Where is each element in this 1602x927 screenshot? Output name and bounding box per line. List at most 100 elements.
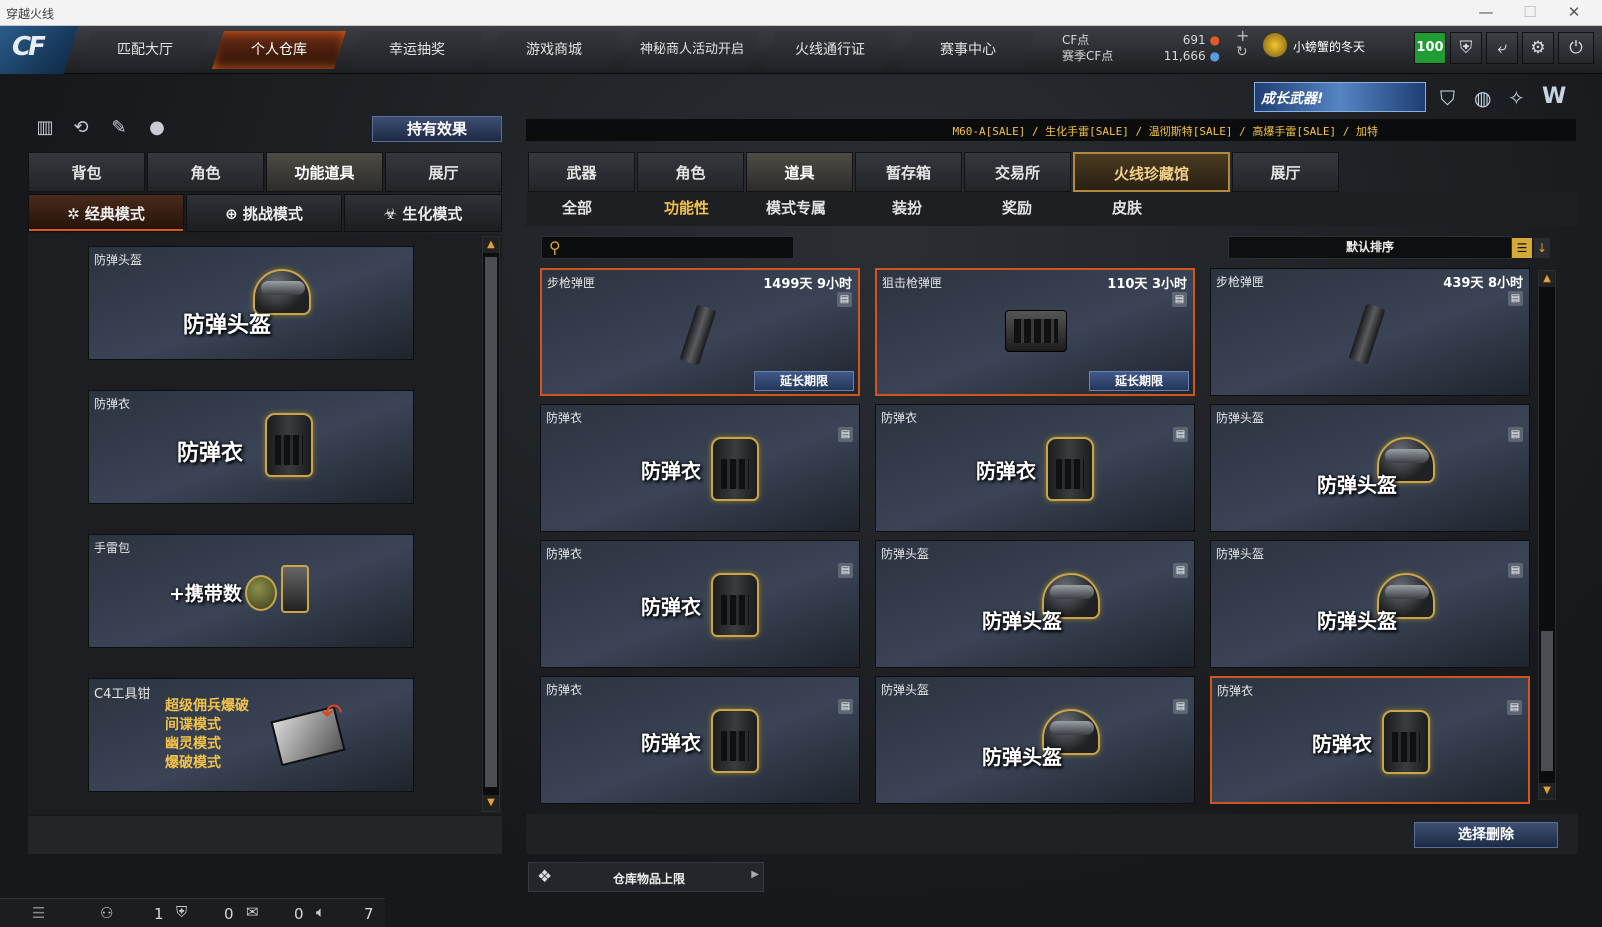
grenade-icon[interactable]: ● <box>145 116 169 140</box>
subtab-skin[interactable]: 皮肤 <box>1112 197 1142 218</box>
list-view-icon[interactable]: ☰ <box>1512 238 1532 258</box>
mode-tab-challenge[interactable]: ⊕ 挑战模式 <box>186 194 342 232</box>
scroll-thumb[interactable] <box>485 257 497 787</box>
subtab-functional[interactable]: 功能性 <box>664 197 709 218</box>
trash-icon[interactable]: ▤ <box>1508 563 1523 578</box>
item-card[interactable]: 防弹衣 ▤ 防弹衣 <box>540 540 860 668</box>
trash-icon[interactable]: ▤ <box>1173 427 1188 442</box>
trash-icon[interactable]: ▤ <box>838 699 853 714</box>
shield-icon[interactable]: ⛨ <box>1450 32 1482 64</box>
scroll-down-icon[interactable]: ▼ <box>1539 783 1555 799</box>
item-card[interactable]: 防弹头盔 ▤ 防弹头盔 <box>1210 540 1530 668</box>
trash-icon[interactable]: ▤ <box>1508 291 1523 306</box>
item-card[interactable]: 狙击枪弹匣 110天 3小时 ▤ 延长期限 <box>875 268 1195 396</box>
maximize-button[interactable]: ☐ <box>1508 0 1552 26</box>
slot-c4-pliers[interactable]: C4工具钳 超级佣兵爆破 间谍模式 幽灵模式 爆破模式 ↶ <box>88 678 414 792</box>
right-tab-exchange[interactable]: 交易所 <box>964 152 1071 192</box>
storage-limit-bar[interactable]: ❖ 仓库物品上限 ▶ <box>528 862 764 892</box>
left-tab-functional-items[interactable]: 功能道具 <box>266 152 383 192</box>
item-card[interactable]: 防弹衣 ▤ 防弹衣 <box>1210 676 1530 804</box>
item-card[interactable]: 防弹衣 ▤ 防弹衣 <box>540 404 860 532</box>
friends-count: 1 <box>154 905 164 923</box>
slot-helmet[interactable]: 防弹头盔 防弹头盔 <box>88 246 414 360</box>
globe-icon[interactable]: ◍ <box>1474 86 1491 110</box>
nav-tab-lucky-draw[interactable]: 幸运抽奖 <box>350 31 484 69</box>
item-card[interactable]: 防弹头盔 ▤ 防弹头盔 <box>1210 404 1530 532</box>
left-scrollbar[interactable]: ▲ ▼ <box>482 236 500 812</box>
nav-tab-mystery-merchant[interactable]: 神秘商人活动开启 <box>625 31 759 69</box>
sort-order-icon[interactable]: ↓ <box>1534 238 1550 258</box>
friends-icon[interactable]: ⚇ <box>100 904 113 922</box>
right-tab-weapons[interactable]: 武器 <box>528 152 635 192</box>
extend-duration-button[interactable]: 延长期限 <box>754 371 854 391</box>
item-card[interactable]: 防弹头盔 ▤ 防弹头盔 <box>875 540 1195 668</box>
right-tab-storage-box[interactable]: 暂存箱 <box>855 152 962 192</box>
speaker-icon[interactable]: 🔈︎ <box>316 903 325 921</box>
item-card[interactable]: 步枪弹匣 1499天 9小时 ▤ 延长期限 <box>540 268 860 396</box>
right-tab-items[interactable]: 道具 <box>746 152 853 192</box>
menu-list-icon[interactable]: ☰ <box>32 904 45 922</box>
select-delete-button[interactable]: 选择删除 <box>1414 822 1558 848</box>
right-tab-character[interactable]: 角色 <box>637 152 744 192</box>
person-edit-icon[interactable]: ✎ <box>107 116 131 140</box>
stats-icon[interactable]: ▥ <box>33 116 57 140</box>
subtab-cosmetic[interactable]: 装扮 <box>892 197 922 218</box>
sort-dropdown[interactable]: 默认排序 <box>1228 236 1512 259</box>
item-caption: 防弹头盔 <box>982 609 1062 633</box>
minimize-button[interactable]: — <box>1464 0 1508 26</box>
emblem-icon[interactable]: ⛉ <box>1440 86 1455 110</box>
item-card[interactable]: 步枪弹匣 439天 8小时 ▤ <box>1210 268 1530 396</box>
scroll-thumb[interactable] <box>1541 631 1553 771</box>
right-tab-showroom[interactable]: 展厅 <box>1232 152 1339 192</box>
sale-ticker-text[interactable]: M60-A[SALE] / 生化手雷[SALE] / 温彻斯特[SALE] / … <box>952 123 1378 139</box>
effects-button[interactable]: 持有效果 <box>372 116 502 142</box>
nav-tab-event-center[interactable]: 赛事中心 <box>901 31 1035 69</box>
left-tab-character[interactable]: 角色 <box>147 152 264 192</box>
clan-shield-icon[interactable]: ⛨ <box>176 903 187 921</box>
extend-duration-button[interactable]: 延长期限 <box>1089 371 1189 391</box>
subtab-reward[interactable]: 奖励 <box>1002 197 1032 218</box>
search-input[interactable] <box>570 239 788 257</box>
w-logo-icon[interactable]: W <box>1542 84 1566 109</box>
close-button[interactable]: ✕ <box>1552 0 1596 26</box>
history-icon[interactable]: ⟲ <box>69 116 93 140</box>
trash-icon[interactable]: ▤ <box>1172 292 1187 307</box>
subtab-all[interactable]: 全部 <box>562 197 592 218</box>
subtab-mode-exclusive[interactable]: 模式专属 <box>766 197 826 218</box>
trash-icon[interactable]: ▤ <box>838 427 853 442</box>
gear-icon[interactable]: ⚙ <box>1522 32 1554 64</box>
item-card[interactable]: 防弹衣 ▤ 防弹衣 <box>875 404 1195 532</box>
trash-icon[interactable]: ▤ <box>1507 700 1522 715</box>
scroll-up-icon[interactable]: ▲ <box>483 237 499 253</box>
trash-icon[interactable]: ▤ <box>1173 699 1188 714</box>
refresh-icon[interactable]: ↻ <box>1236 44 1248 60</box>
slot-grenade-pack[interactable]: 手雷包 +携带数 <box>88 534 414 648</box>
exit-room-icon[interactable]: ⤶ <box>1486 32 1518 64</box>
nav-tab-match-hall[interactable]: 匹配大厅 <box>80 31 210 69</box>
right-scrollbar[interactable]: ▲ ▼ <box>1538 270 1556 800</box>
crosshair-icon[interactable]: ✧ <box>1508 86 1525 110</box>
left-tab-showroom[interactable]: 展厅 <box>385 152 502 192</box>
item-card[interactable]: 防弹衣 ▤ 防弹衣 <box>540 676 860 804</box>
trash-icon[interactable]: ▤ <box>1173 563 1188 578</box>
user-name[interactable]: 小螃蟹的冬天 <box>1293 38 1365 55</box>
nav-tab-personal-warehouse[interactable]: 个人仓库 <box>212 31 346 69</box>
slot-vest[interactable]: 防弹衣 防弹衣 <box>88 390 414 504</box>
trash-icon[interactable]: ▤ <box>838 563 853 578</box>
trash-icon[interactable]: ▤ <box>1508 427 1523 442</box>
scroll-up-icon[interactable]: ▲ <box>1539 271 1555 287</box>
item-card[interactable]: 防弹头盔 ▤ 防弹头盔 <box>875 676 1195 804</box>
add-points-icon[interactable]: + <box>1236 26 1249 45</box>
item-caption: 防弹头盔 <box>1317 473 1397 497</box>
power-icon[interactable]: ⏻ <box>1558 32 1594 64</box>
nav-tab-battle-pass[interactable]: 火线通行证 <box>763 31 897 69</box>
nav-tab-game-store[interactable]: 游戏商城 <box>487 31 621 69</box>
trash-icon[interactable]: ▤ <box>837 292 852 307</box>
scroll-down-icon[interactable]: ▼ <box>483 795 499 811</box>
mode-tab-zombie[interactable]: ☣ 生化模式 <box>344 194 502 232</box>
chat-icon[interactable]: ✉ <box>246 903 259 921</box>
left-tab-backpack[interactable]: 背包 <box>28 152 145 192</box>
mode-tab-classic[interactable]: ✲ 经典模式 <box>28 194 184 232</box>
right-tab-collection-hall[interactable]: 火线珍藏馆 <box>1073 152 1230 192</box>
growth-weapon-banner[interactable]: 成长武器! <box>1254 82 1426 112</box>
